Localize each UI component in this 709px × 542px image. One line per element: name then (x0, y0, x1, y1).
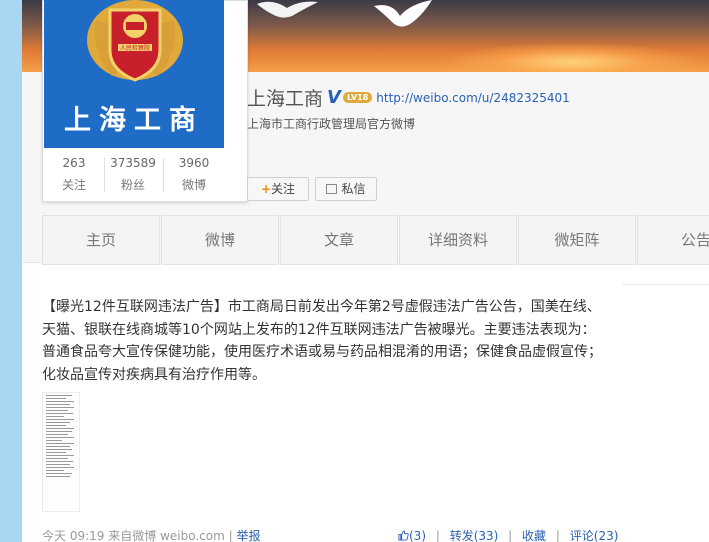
stat-followers[interactable]: 373589 粉丝 (104, 150, 162, 200)
message-label: 私信 (341, 182, 366, 196)
profile-tabs: 主页 微博 文章 详细资料 微矩阵 公告 (42, 215, 709, 265)
thumbs-up-icon (398, 530, 409, 541)
following-label: 关注 (61, 178, 86, 192)
dove-left-icon (257, 1, 318, 18)
stat-posts[interactable]: 3960 微博 (164, 150, 224, 200)
action-separator: | (435, 529, 440, 542)
message-button[interactable]: 私信 (315, 177, 377, 201)
profile-name-row: 上海工商 V LV18 http://weibo.com/u/2482325401 (247, 84, 570, 112)
following-count: 263 (62, 156, 86, 170)
emblem-icon: 人民检察院 (87, 0, 183, 82)
follow-button[interactable]: +关注 (247, 177, 309, 201)
level-badge[interactable]: LV18 (342, 92, 373, 103)
weibo-profile-page: 人民检察院 上海工商 263 关注 373589 粉丝 3960 微博 上海工商… (22, 0, 709, 542)
tab-home[interactable]: 主页 (42, 215, 160, 265)
profile-avatar[interactable]: 人民检察院 上海工商 (44, 0, 224, 148)
comment-button[interactable]: 评论(23) (570, 529, 619, 542)
profile-url-link[interactable]: http://weibo.com/u/2482325401 (376, 91, 570, 105)
action-separator: | (508, 529, 513, 542)
like-count: (3) (409, 529, 426, 542)
profile-stats: 263 关注 373589 粉丝 3960 微博 (44, 150, 224, 200)
message-icon (326, 184, 338, 194)
divider (622, 284, 709, 285)
avatar-org-text: 上海工商 (64, 105, 204, 136)
followers-count: 373589 (110, 156, 156, 170)
post-image-thumbnail[interactable] (42, 392, 80, 512)
tab-announcements[interactable]: 公告 (637, 215, 709, 265)
favorite-button[interactable]: 收藏 (522, 529, 546, 542)
source-link[interactable]: 微博 weibo.com (132, 529, 225, 542)
post-time[interactable]: 今天 09:19 (42, 529, 104, 542)
tab-details[interactable]: 详细资料 (399, 215, 517, 265)
svg-text:人民检察院: 人民检察院 (120, 44, 150, 52)
post-text: 【曝光12件互联网违法广告】市工商局日前发出今年第2号虚假违法广告公告，国美在线… (42, 299, 602, 383)
verified-icon[interactable]: V (327, 87, 341, 108)
followers-label: 粉丝 (120, 178, 145, 192)
repost-button[interactable]: 转发(33) (450, 529, 499, 542)
report-link[interactable]: 举报 (237, 529, 261, 542)
source-prefix: 来自 (108, 529, 133, 542)
posts-label: 微博 (181, 178, 206, 192)
tab-articles[interactable]: 文章 (280, 215, 398, 265)
posts-count: 3960 (178, 156, 210, 170)
action-separator: | (555, 529, 560, 542)
tab-weibo[interactable]: 微博 (161, 215, 279, 265)
profile-name: 上海工商 (247, 88, 324, 110)
profile-bio: 上海市工商行政管理局官方微博 (247, 117, 416, 131)
tab-matrix[interactable]: 微矩阵 (518, 215, 636, 265)
post-meta: 今天 09:19 来自微博 weibo.com | 举报 (42, 527, 261, 542)
post-actions: (3) | 转发(33) | 收藏 | 评论(23) (398, 527, 618, 542)
banner-sunset (442, 42, 702, 72)
dove-right-icon (374, 0, 432, 27)
meta-separator: | (228, 529, 233, 542)
like-button[interactable]: (3) (398, 529, 430, 542)
plus-icon: + (260, 182, 272, 196)
stat-following[interactable]: 263 关注 (44, 150, 104, 200)
follow-label: 关注 (271, 182, 296, 196)
